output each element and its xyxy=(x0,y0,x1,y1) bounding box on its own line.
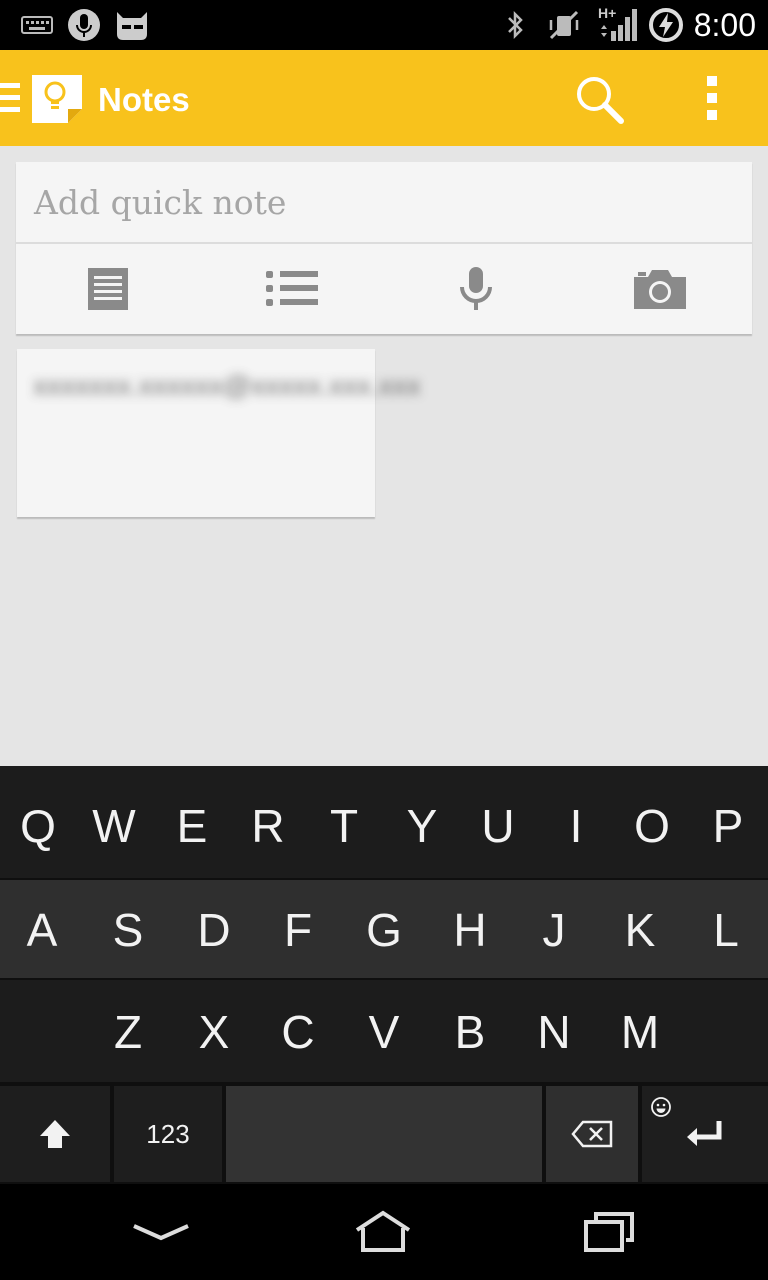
note-text: xxxxxxx.xxxxxx@xxxxx.xxx.xxx xyxy=(33,370,421,401)
list-icon xyxy=(266,271,318,306)
key-r[interactable]: R xyxy=(238,798,298,854)
back-chevron-icon xyxy=(133,1224,189,1241)
text-note-icon xyxy=(88,268,128,310)
recents-button[interactable] xyxy=(574,1208,644,1256)
cyanogen-icon xyxy=(112,5,152,45)
vibrate-off-icon xyxy=(546,5,582,45)
key-b[interactable]: B xyxy=(440,1004,500,1060)
keep-logo-icon[interactable] xyxy=(30,73,84,125)
mic-icon xyxy=(460,267,492,310)
key-v[interactable]: V xyxy=(354,1004,414,1060)
home-icon xyxy=(355,1210,411,1252)
status-bar: H+ 8:00 xyxy=(0,0,768,50)
key-l[interactable]: L xyxy=(696,902,756,958)
note-card[interactable]: xxxxxxx.xxxxxx@xxxxx.xxx.xxx xyxy=(17,349,421,517)
key-m[interactable]: M xyxy=(610,1004,670,1060)
navigation-bar xyxy=(0,1184,768,1280)
app-bar: Notes xyxy=(0,50,768,146)
recents-icon xyxy=(584,1212,634,1252)
quick-note-actions xyxy=(16,246,752,334)
shift-icon xyxy=(40,1120,70,1148)
battery-charging-icon xyxy=(646,5,686,45)
keyboard-row-1: Q W E R T Y U I O P xyxy=(0,766,768,878)
voice-note-button[interactable] xyxy=(448,264,504,314)
key-j[interactable]: J xyxy=(524,902,584,958)
clock: 8:00 xyxy=(693,7,756,43)
overflow-menu-icon[interactable] xyxy=(702,76,722,124)
key-s[interactable]: S xyxy=(98,902,158,958)
drawer-icon[interactable] xyxy=(0,83,20,113)
key-h[interactable]: H xyxy=(440,902,500,958)
back-button[interactable] xyxy=(126,1208,196,1256)
key-g[interactable]: G xyxy=(354,902,414,958)
quick-note-input[interactable]: Add quick note xyxy=(16,162,752,244)
photo-note-button[interactable] xyxy=(632,264,688,314)
key-i[interactable]: I xyxy=(546,798,606,854)
key-y[interactable]: Y xyxy=(392,798,452,854)
search-icon[interactable] xyxy=(574,74,626,126)
keyboard-row-2: A S D F G H J K L xyxy=(0,880,768,978)
key-n[interactable]: N xyxy=(524,1004,584,1060)
key-d[interactable]: D xyxy=(184,902,244,958)
numbers-key[interactable]: 123 xyxy=(114,1086,222,1182)
quick-note-card: Add quick note xyxy=(16,162,752,334)
key-w[interactable]: W xyxy=(84,798,144,854)
key-e[interactable]: E xyxy=(162,798,222,854)
shift-key[interactable] xyxy=(0,1086,110,1182)
text-note-button[interactable] xyxy=(80,264,136,314)
key-z[interactable]: Z xyxy=(98,1004,158,1060)
app-title: Notes xyxy=(98,81,190,118)
key-x[interactable]: X xyxy=(184,1004,244,1060)
key-o[interactable]: O xyxy=(622,798,682,854)
backspace-icon xyxy=(571,1120,613,1148)
home-button[interactable] xyxy=(348,1208,418,1256)
key-k[interactable]: K xyxy=(610,902,670,958)
signal-icon: H+ xyxy=(596,5,638,45)
space-key[interactable] xyxy=(226,1086,542,1182)
key-a[interactable]: A xyxy=(12,902,72,958)
delete-key[interactable] xyxy=(546,1086,638,1182)
numbers-key-label: 123 xyxy=(146,1118,190,1149)
enter-icon xyxy=(687,1121,722,1146)
key-t[interactable]: T xyxy=(314,798,374,854)
key-u[interactable]: U xyxy=(468,798,528,854)
mic-icon xyxy=(66,5,102,45)
keyboard-icon xyxy=(20,5,54,45)
camera-icon xyxy=(634,270,686,309)
key-f[interactable]: F xyxy=(268,902,328,958)
keyboard-row-3: Z X C V B N M xyxy=(0,980,768,1082)
key-q[interactable]: Q xyxy=(8,798,68,854)
list-note-button[interactable] xyxy=(264,264,320,314)
bluetooth-icon xyxy=(500,5,530,45)
key-c[interactable]: C xyxy=(268,1004,328,1060)
emoji-hint-icon xyxy=(650,1096,671,1117)
quick-note-placeholder: Add quick note xyxy=(34,182,287,222)
keyboard: Q W E R T Y U I O P A S D F G H J K L Z … xyxy=(0,766,768,1184)
key-p[interactable]: P xyxy=(698,798,758,854)
